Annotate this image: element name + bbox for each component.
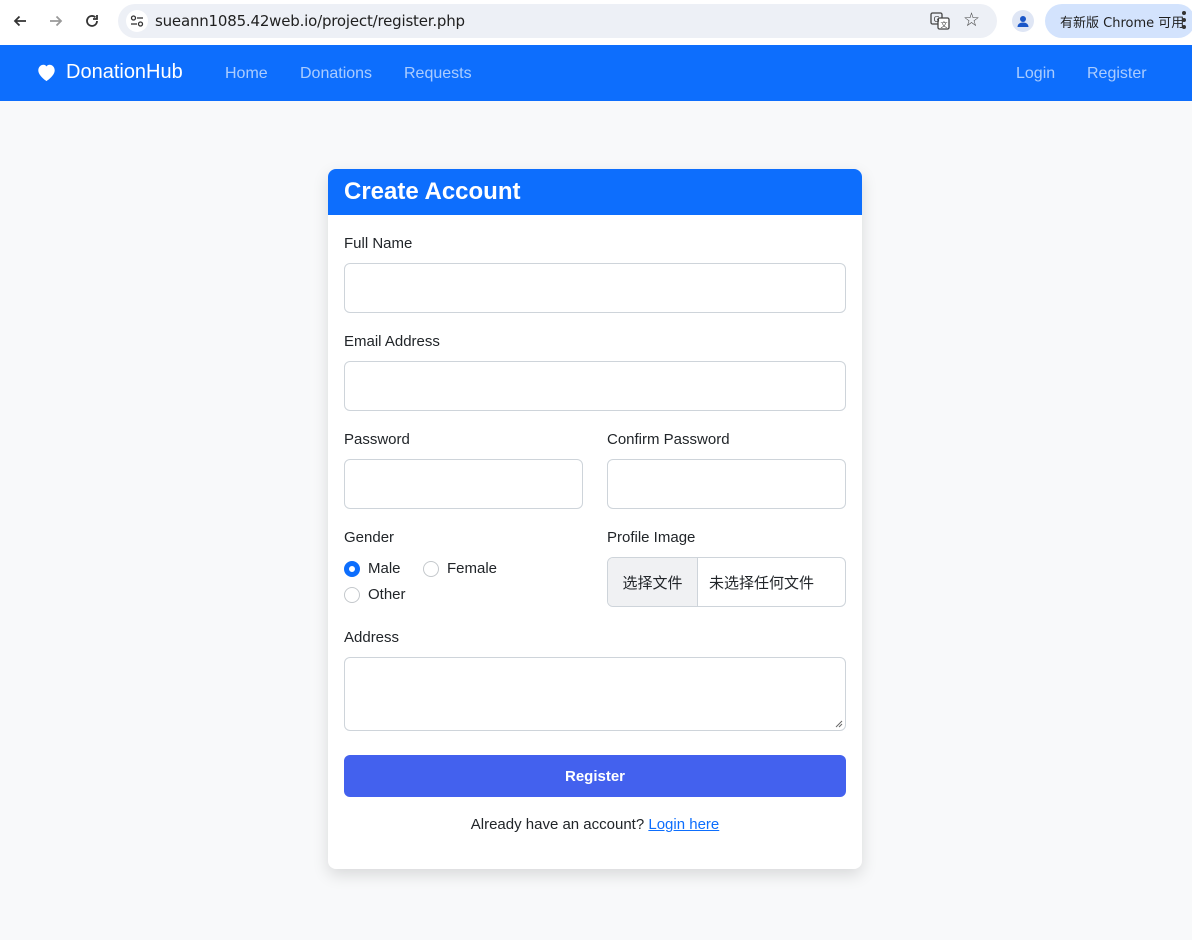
- browser-toolbar: sueann1085.42web.io/project/register.php…: [0, 0, 1192, 45]
- back-arrow-icon[interactable]: [9, 10, 31, 32]
- gender-option-female[interactable]: Female: [423, 560, 497, 577]
- login-here-link[interactable]: Login here: [648, 816, 719, 833]
- file-status-text: 未选择任何文件: [709, 574, 815, 592]
- nav-link-login[interactable]: Login: [1016, 65, 1055, 83]
- bookmark-star-icon[interactable]: ☆: [963, 9, 980, 32]
- radio-female[interactable]: [423, 560, 439, 577]
- register-card: Create Account Full Name Email Address P…: [328, 169, 862, 869]
- radio-other[interactable]: [344, 586, 360, 603]
- radio-label-other: Other: [368, 586, 406, 603]
- profile-image-input[interactable]: 选择文件 未选择任何文件: [607, 557, 846, 607]
- heart-icon: [38, 64, 55, 82]
- profile-image-label: Profile Image: [607, 529, 696, 546]
- radio-label-male: Male: [368, 560, 401, 577]
- register-submit-button[interactable]: Register: [344, 755, 846, 797]
- svg-text:G: G: [934, 15, 940, 24]
- email-input[interactable]: [344, 361, 846, 411]
- nav-link-register[interactable]: Register: [1087, 65, 1147, 83]
- forward-arrow-icon[interactable]: [45, 10, 67, 32]
- radio-male[interactable]: [344, 560, 360, 577]
- translate-icon[interactable]: G文: [930, 11, 950, 31]
- confirm-password-label: Confirm Password: [607, 431, 730, 448]
- password-label: Password: [344, 431, 410, 448]
- address-label: Address: [344, 629, 400, 646]
- login-prompt: Already have an account? Login here: [328, 816, 862, 833]
- profile-avatar-icon[interactable]: [1012, 10, 1034, 32]
- confirm-password-input[interactable]: [607, 459, 846, 509]
- radio-label-female: Female: [447, 560, 498, 577]
- brand-link[interactable]: DonationHub: [36, 61, 183, 84]
- nav-link-home[interactable]: Home: [225, 65, 268, 83]
- svg-text:文: 文: [941, 20, 948, 29]
- email-label: Email Address: [344, 333, 440, 350]
- reload-icon[interactable]: [81, 10, 103, 32]
- brand-name: DonationHub: [66, 61, 183, 83]
- register-submit-label: Register: [564, 767, 626, 785]
- nav-link-requests[interactable]: Requests: [404, 65, 472, 83]
- address-textarea[interactable]: [344, 657, 846, 731]
- gender-option-other[interactable]: Other: [344, 586, 406, 603]
- card-title: Create Account: [344, 178, 521, 205]
- site-info-icon[interactable]: [126, 10, 148, 32]
- password-input[interactable]: [344, 459, 583, 509]
- card-header: Create Account: [328, 169, 862, 215]
- chrome-update-button[interactable]: 有新版 Chrome 可用: [1045, 4, 1192, 38]
- full-name-input[interactable]: [344, 263, 846, 313]
- resize-grip-icon[interactable]: [835, 720, 843, 728]
- gender-label: Gender: [344, 529, 395, 546]
- full-name-label: Full Name: [344, 235, 413, 252]
- choose-file-button[interactable]: 选择文件: [608, 558, 698, 606]
- gender-option-male[interactable]: Male: [344, 560, 401, 577]
- chrome-update-label: 有新版 Chrome 可用: [1060, 15, 1185, 31]
- url-text[interactable]: sueann1085.42web.io/project/register.php: [155, 12, 465, 30]
- login-prompt-text: Already have an account?: [470, 816, 645, 833]
- chrome-menu-icon[interactable]: [1182, 11, 1186, 29]
- address-bar[interactable]: sueann1085.42web.io/project/register.php…: [118, 4, 997, 38]
- nav-link-donations[interactable]: Donations: [300, 65, 372, 83]
- site-navbar: DonationHub Home Donations Requests Logi…: [0, 45, 1192, 101]
